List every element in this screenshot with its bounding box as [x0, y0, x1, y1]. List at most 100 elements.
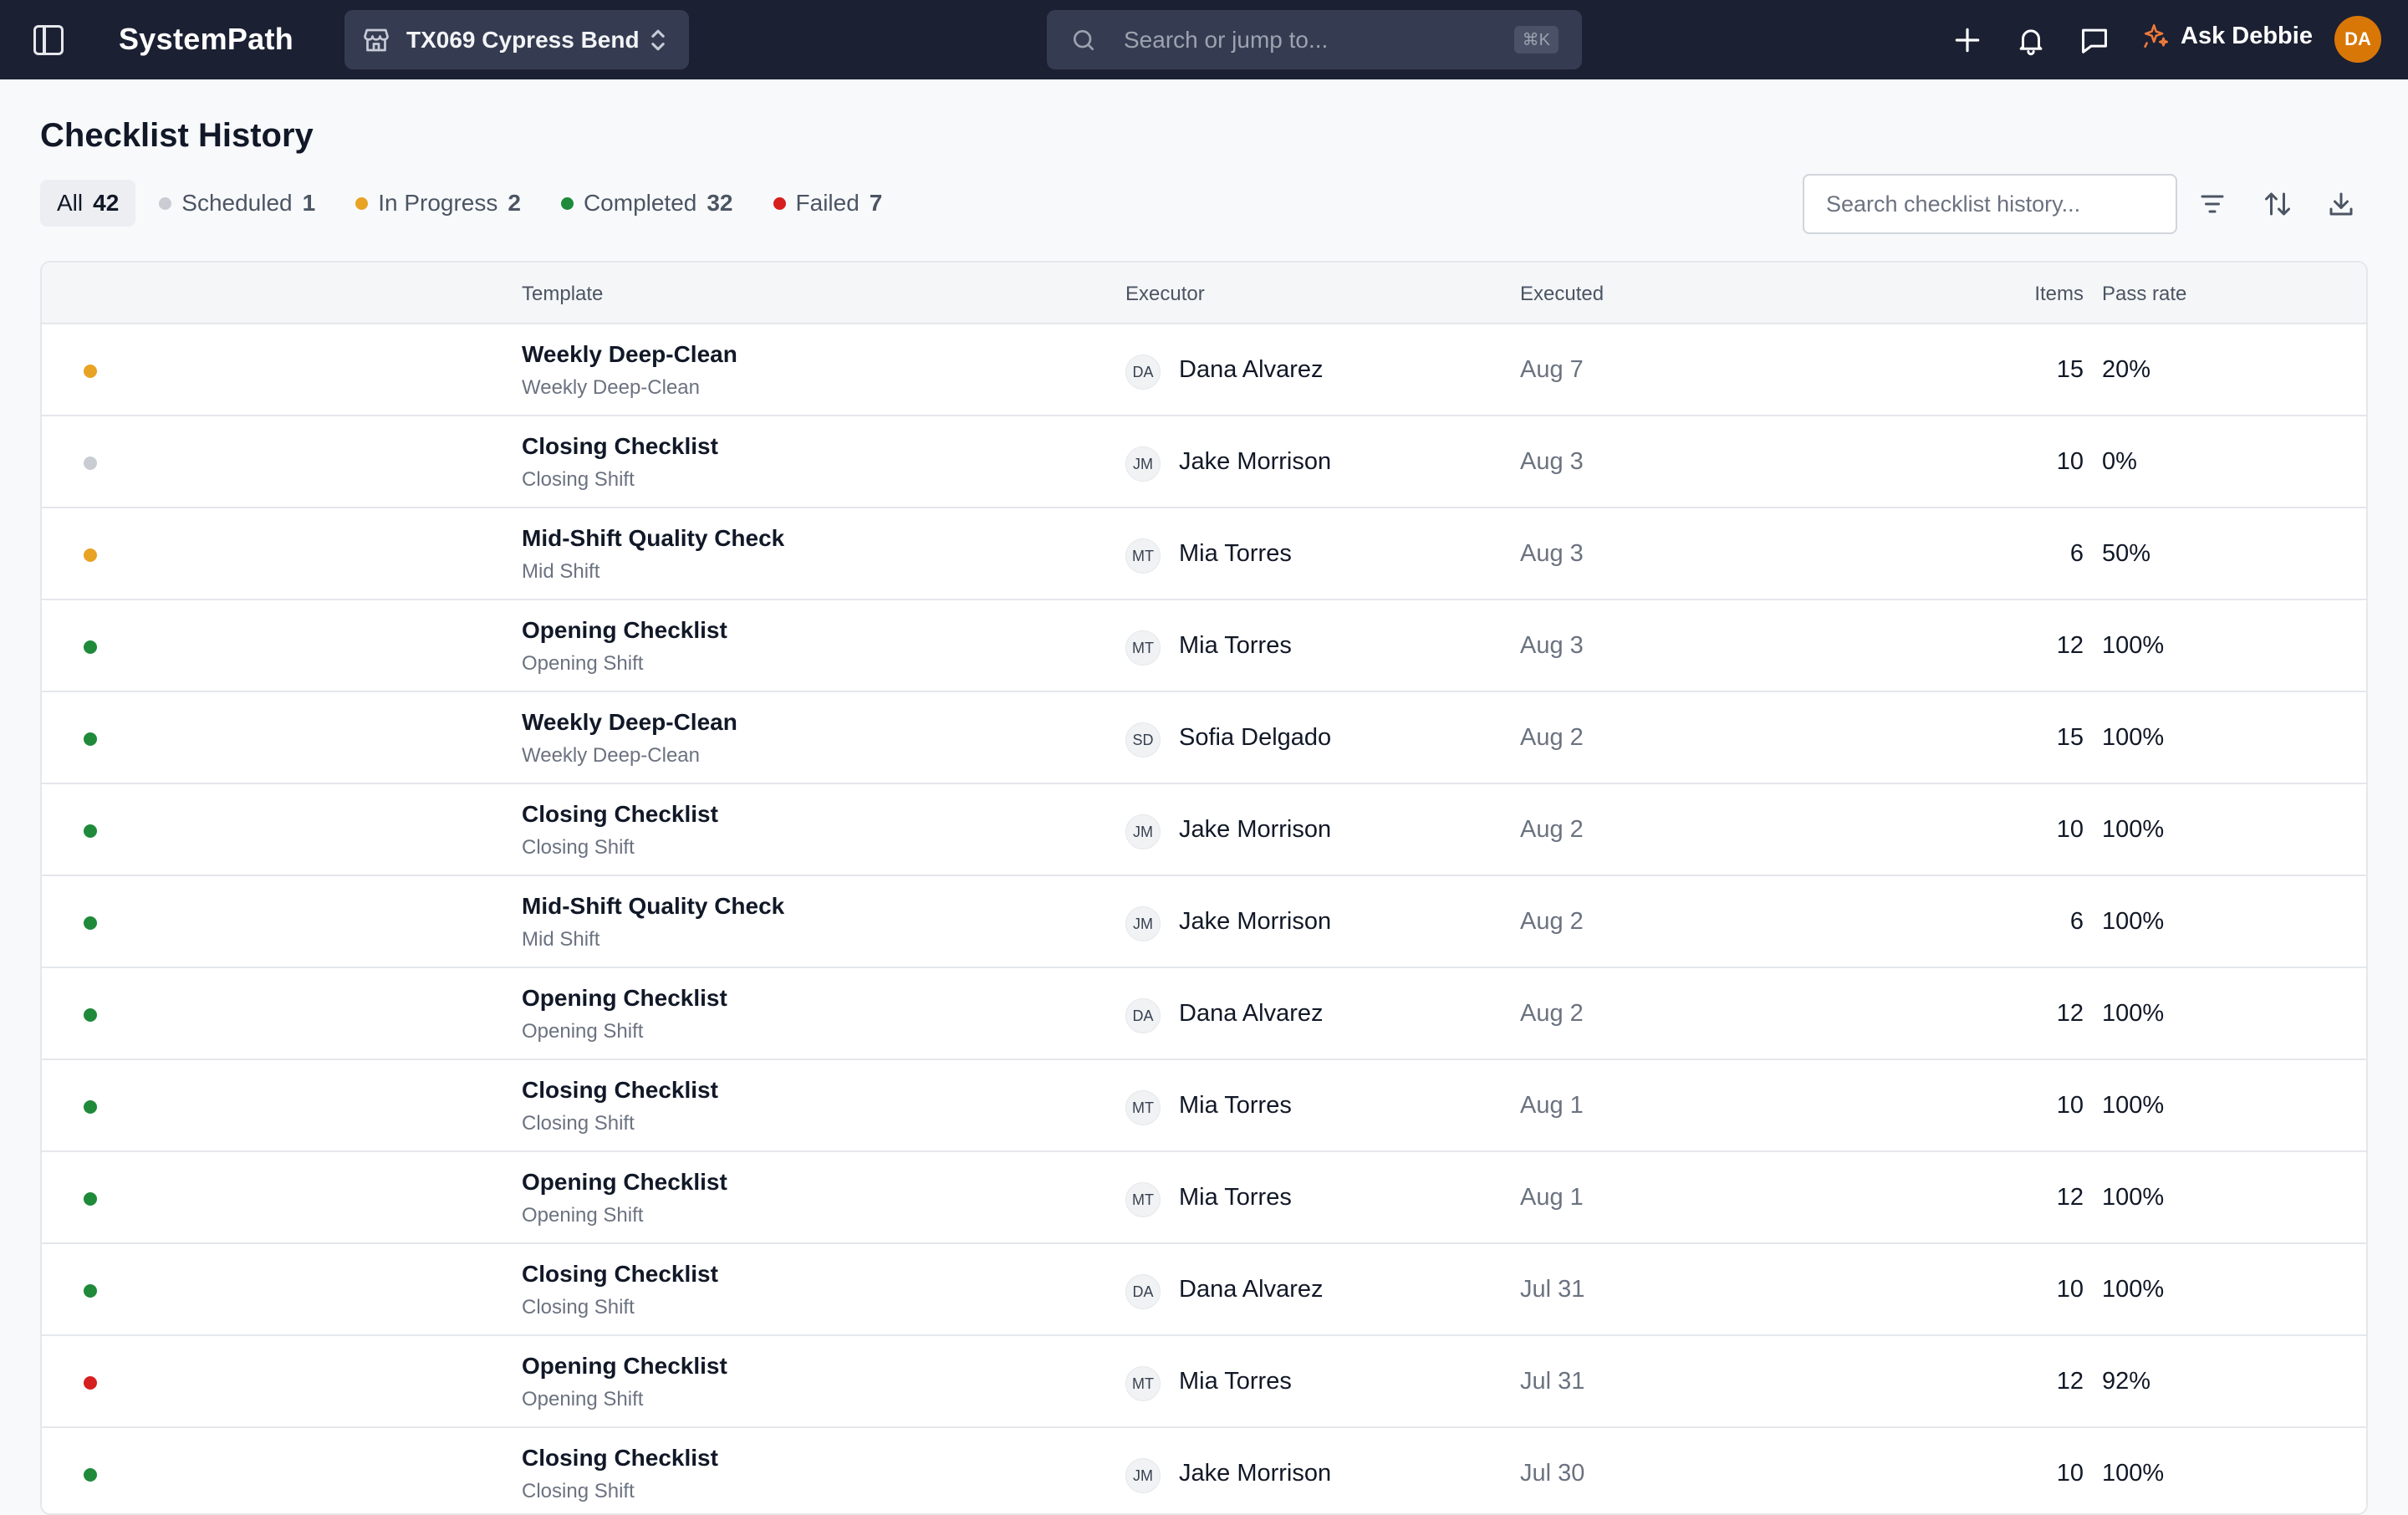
executor-avatar: JM — [1125, 814, 1161, 849]
executor-name: Jake Morrison — [1179, 908, 1332, 935]
filter-tab-all[interactable]: All 42 — [40, 180, 136, 227]
plus-icon[interactable] — [1951, 24, 1983, 56]
table-header: Template Executor Executed Items Pass ra… — [42, 263, 2366, 324]
executor-name: Mia Torres — [1179, 1184, 1292, 1211]
executor-avatar: JM — [1125, 1458, 1161, 1493]
table-row[interactable]: Closing Checklist Closing Shift DA Dana Alv… — [42, 1244, 2366, 1336]
status-dot — [84, 457, 97, 470]
column-header-executor[interactable]: Executor — [1125, 283, 1205, 306]
table-row[interactable]: Closing Checklist Closing Shift JM Jake Mor… — [42, 1428, 2366, 1513]
search-icon — [1074, 29, 1094, 50]
template-name: Closing Checklist — [522, 1261, 718, 1287]
checklist-history-search[interactable] — [1803, 174, 2177, 234]
pass-rate: 100% — [2102, 1460, 2165, 1487]
status-dot — [84, 548, 97, 562]
executor-avatar: MT — [1125, 1366, 1161, 1401]
items-count: 12 — [2056, 1368, 2084, 1395]
items-count: 10 — [2056, 1460, 2084, 1487]
filter-icon[interactable] — [2197, 189, 2227, 219]
executor-name: Sofia Delgado — [1179, 724, 1332, 751]
status-dot — [84, 916, 97, 930]
filter-tab-scheduled[interactable]: Scheduled 1 — [142, 180, 332, 227]
filter-tab-in-progress[interactable]: In Progress 2 — [339, 180, 538, 227]
executor-avatar: JM — [1125, 446, 1161, 482]
store-selector[interactable]: TX069 Cypress Bend — [344, 10, 689, 69]
template-name: Mid-Shift Quality Check — [522, 893, 785, 919]
executor-avatar: MT — [1125, 1090, 1161, 1125]
filter-tab-count: 1 — [302, 190, 316, 216]
template-name: Closing Checklist — [522, 433, 718, 459]
table-row[interactable]: Closing Checklist Closing Shift JM Jake Mor… — [42, 784, 2366, 876]
status-dot — [773, 196, 786, 210]
filter-tab-label: Failed — [795, 190, 860, 216]
table-body: Weekly Deep-Clean Weekly Deep-Clean DA Dana… — [42, 324, 2366, 1513]
executor-name: Mia Torres — [1179, 1368, 1292, 1395]
download-icon[interactable] — [2326, 189, 2356, 219]
column-header-pass-rate[interactable]: Pass rate — [2102, 283, 2186, 306]
store-icon — [364, 28, 389, 51]
table-row[interactable]: Mid-Shift Quality Check Mid Shift JM Jake M… — [42, 876, 2366, 968]
pass-rate: 100% — [2102, 908, 2165, 935]
sort-icon[interactable] — [2263, 189, 2293, 219]
template-name: Weekly Deep-Clean — [522, 341, 737, 367]
executor-avatar: MT — [1125, 538, 1161, 574]
status-dot — [84, 365, 97, 378]
filter-tab-count: 2 — [508, 190, 521, 216]
executed-date: Aug 3 — [1520, 540, 1584, 567]
brand-logo[interactable]: SystemPath — [119, 22, 293, 57]
column-header-items[interactable]: Items — [2034, 283, 2084, 306]
global-search-input[interactable] — [1124, 26, 1514, 54]
table-row[interactable]: Opening Checklist Opening Shift MT Mia Torr… — [42, 1336, 2366, 1428]
executor-name: Jake Morrison — [1179, 816, 1332, 843]
status-dot — [84, 824, 97, 838]
chat-icon[interactable] — [2079, 24, 2110, 56]
table-row[interactable]: Opening Checklist Opening Shift MT Mia Torr… — [42, 600, 2366, 692]
table-row[interactable]: Weekly Deep-Clean Weekly Deep-Clean DA Dana… — [42, 324, 2366, 416]
column-header-executed[interactable]: Executed — [1520, 283, 1604, 306]
items-count: 10 — [2056, 448, 2084, 475]
checklist-history-search-input[interactable] — [1826, 191, 2154, 217]
items-count: 10 — [2056, 1276, 2084, 1303]
executor-name: Jake Morrison — [1179, 448, 1332, 475]
table-row[interactable]: Opening Checklist Opening Shift DA Dana Alv… — [42, 968, 2366, 1060]
table-row[interactable]: Mid-Shift Quality Check Mid Shift MT Mia To… — [42, 508, 2366, 600]
table-row[interactable]: Weekly Deep-Clean Weekly Deep-Clean SD Sofi… — [42, 692, 2366, 784]
sidebar-toggle-icon[interactable] — [33, 25, 64, 55]
pass-rate: 0% — [2102, 448, 2137, 475]
table-row[interactable]: Opening Checklist Opening Shift MT Mia Torr… — [42, 1152, 2366, 1244]
template-shift: Opening Shift — [522, 652, 644, 675]
status-dot — [84, 1008, 97, 1022]
items-count: 15 — [2056, 356, 2084, 383]
executed-date: Jul 30 — [1520, 1460, 1585, 1487]
top-navigation-bar: SystemPath TX069 Cypress Bend ⌘K — [0, 0, 2408, 79]
template-shift: Closing Shift — [522, 1112, 635, 1135]
filter-tab-completed[interactable]: Completed 32 — [544, 180, 750, 227]
template-name: Opening Checklist — [522, 617, 727, 643]
column-header-template[interactable]: Template — [522, 283, 603, 306]
user-avatar[interactable]: DA — [2334, 16, 2381, 63]
status-dot — [355, 196, 369, 210]
template-shift: Weekly Deep-Clean — [522, 744, 700, 767]
pass-rate: 20% — [2102, 356, 2151, 383]
table-row[interactable]: Closing Checklist Closing Shift MT Mia Torr… — [42, 1060, 2366, 1152]
executed-date: Aug 2 — [1520, 1000, 1584, 1027]
filter-tab-count: 32 — [707, 190, 733, 216]
table-row[interactable]: Closing Checklist Closing Shift JM Jake Mor… — [42, 416, 2366, 508]
executed-date: Aug 2 — [1520, 816, 1584, 843]
ask-debbie-button[interactable]: Ask Debbie — [2142, 22, 2313, 50]
status-dot — [84, 640, 97, 654]
executed-date: Aug 2 — [1520, 908, 1584, 935]
status-dot — [159, 196, 172, 210]
chevron-updown-icon — [651, 29, 665, 50]
pass-rate: 100% — [2102, 816, 2165, 843]
status-dot — [84, 1100, 97, 1114]
filter-tab-failed[interactable]: Failed 7 — [757, 180, 900, 227]
pass-rate: 100% — [2102, 1276, 2165, 1303]
bell-icon[interactable] — [2015, 24, 2047, 56]
pass-rate: 92% — [2102, 1368, 2151, 1395]
global-search[interactable]: ⌘K — [1047, 10, 1582, 69]
executor-avatar: MT — [1125, 630, 1161, 666]
executor-name: Mia Torres — [1179, 1092, 1292, 1119]
items-count: 12 — [2056, 632, 2084, 659]
executor-name: Dana Alvarez — [1179, 1000, 1324, 1027]
